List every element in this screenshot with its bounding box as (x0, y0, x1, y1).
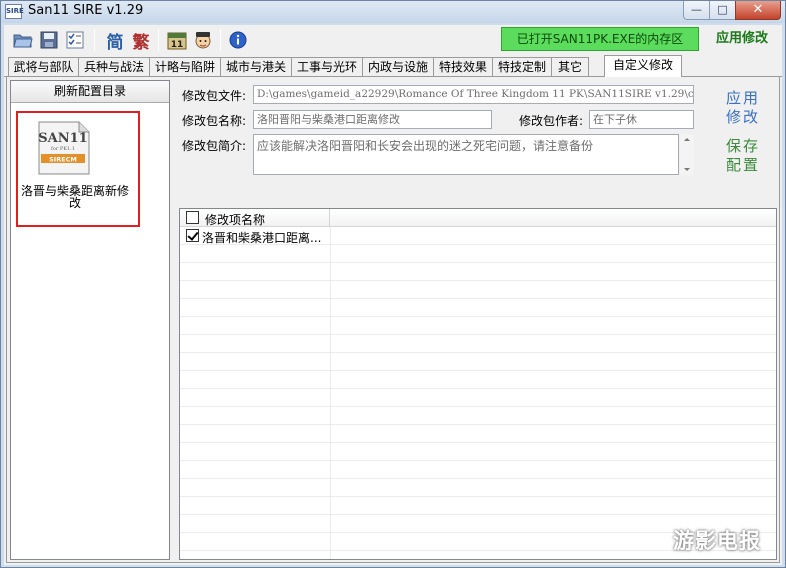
empty-row (180, 335, 776, 353)
column-header-label: 修改项名称 (205, 213, 266, 227)
empty-row (180, 317, 776, 335)
empty-row (180, 407, 776, 425)
empty-row (180, 389, 776, 407)
list-header: 修改项名称 (180, 209, 776, 227)
file-label: 修改包文件: (182, 89, 247, 103)
tab-domestic[interactable]: 内政与设施 (362, 57, 434, 76)
package-label[interactable]: 洛晋与柴桑距离新修改 (17, 185, 133, 209)
watermark-text: 游影电报 (673, 529, 761, 553)
empty-row (180, 443, 776, 461)
modification-list: 修改项名称 洛晋和柴桑港口距离... (179, 208, 777, 560)
tab-generals[interactable]: 武将与部队 (8, 57, 79, 76)
tab-troops[interactable]: 兵种与战法 (78, 57, 150, 76)
app-icon: SIRE (5, 4, 24, 19)
empty-row (180, 245, 776, 263)
toolbar-separator (94, 29, 95, 51)
author-label: 修改包作者: (519, 114, 584, 128)
package-author-field[interactable]: 在下子休 (589, 110, 694, 129)
maximize-button[interactable]: □ (709, 1, 736, 20)
empty-row (180, 497, 776, 515)
list-item-label: 洛晋和柴桑港口距离... (202, 231, 322, 245)
app-window: SIRE San11 SIRE v1.29 — □ ✕ 简 繁 11 已打开SA… (0, 0, 786, 568)
apply-link-button[interactable]: 应用 修改 (723, 89, 763, 127)
empty-row (180, 425, 776, 443)
tab-works[interactable]: 工事与光环 (291, 57, 363, 76)
save-config-button[interactable]: 保存 配置 (723, 137, 763, 175)
window-title: San11 SIRE v1.29 (28, 3, 144, 18)
description-label: 修改包简介: (182, 139, 247, 153)
tab-custom-mods[interactable]: 自定义修改 (604, 55, 682, 77)
empty-row (180, 281, 776, 299)
svg-text:11: 11 (171, 40, 184, 50)
toolbar: 简 繁 11 已打开SAN11PK.EXE的内存区 应用修改 (4, 25, 782, 54)
toolbar-separator (220, 29, 221, 51)
description-scrollbar[interactable] (680, 134, 694, 175)
package-description-field[interactable]: 应该能解决洛阳晋阳和长安会出现的迷之死宅问题，请注意备份 (253, 134, 679, 175)
simplified-chinese-icon[interactable]: 简 (104, 29, 126, 53)
title-bar[interactable]: SIRE San11 SIRE v1.29 — □ ✕ (1, 1, 785, 23)
minimize-button[interactable]: — (683, 1, 710, 20)
column-header-name[interactable]: 修改项名称 (180, 209, 330, 227)
calendar-icon[interactable]: 11 (166, 29, 188, 51)
checklist-icon[interactable] (64, 29, 86, 51)
save-disk-icon[interactable] (38, 29, 60, 51)
list-item[interactable]: 洛晋和柴桑港口距离... (180, 227, 776, 245)
toolbar-separator (158, 29, 159, 51)
memory-status: 已打开SAN11PK.EXE的内存区 (501, 27, 699, 51)
empty-row (180, 263, 776, 281)
svg-text:SIRECM: SIRECM (49, 156, 77, 164)
open-folder-icon[interactable] (12, 29, 34, 51)
empty-row (180, 479, 776, 497)
svg-text:for PK1.1: for PK1.1 (51, 146, 75, 152)
tab-skill-effects[interactable]: 特技效果 (433, 57, 493, 76)
character-portrait-icon[interactable] (192, 29, 214, 51)
refresh-directory-button[interactable]: 刷新配置目录 (11, 81, 169, 103)
apply-changes-button[interactable]: 应用修改 (706, 28, 778, 50)
name-label: 修改包名称: (182, 114, 247, 128)
item-checkbox[interactable] (186, 229, 199, 242)
tab-other[interactable]: 其它 (551, 57, 589, 76)
select-all-checkbox[interactable] (186, 211, 199, 224)
tab-skill-custom[interactable]: 特技定制 (492, 57, 552, 76)
package-name-field[interactable]: 洛阳晋阳与柴桑港口距离修改 (253, 110, 492, 129)
empty-row (180, 461, 776, 479)
empty-row (180, 353, 776, 371)
package-list: 刷新配置目录 SAN11 for PK1.1 SIRECM 洛晋与柴桑距离新修改 (10, 80, 170, 560)
empty-row (180, 299, 776, 317)
info-icon[interactable] (227, 29, 249, 51)
package-file-icon[interactable]: SAN11 for PK1.1 SIRECM (35, 120, 91, 176)
column-divider (330, 227, 331, 559)
tab-cities[interactable]: 城市与港关 (220, 57, 292, 76)
client-area: 简 繁 11 已打开SAN11PK.EXE的内存区 应用修改 武将与部队 兵种与… (4, 25, 782, 565)
file-path-field[interactable]: D:\games\gameid_a22929\Romance Of Three … (253, 85, 694, 104)
empty-row (180, 371, 776, 389)
close-button[interactable]: ✕ (735, 1, 781, 20)
tab-bar: 武将与部队 兵种与战法 计略与陷阱 城市与港关 工事与光环 内政与设施 特技效果… (6, 55, 782, 77)
tab-strategies[interactable]: 计略与陷阱 (149, 57, 221, 76)
svg-text:SAN11: SAN11 (38, 131, 87, 146)
traditional-chinese-icon[interactable]: 繁 (130, 29, 152, 53)
custom-mods-panel: 刷新配置目录 SAN11 for PK1.1 SIRECM 洛晋与柴桑距离新修改… (6, 77, 780, 563)
